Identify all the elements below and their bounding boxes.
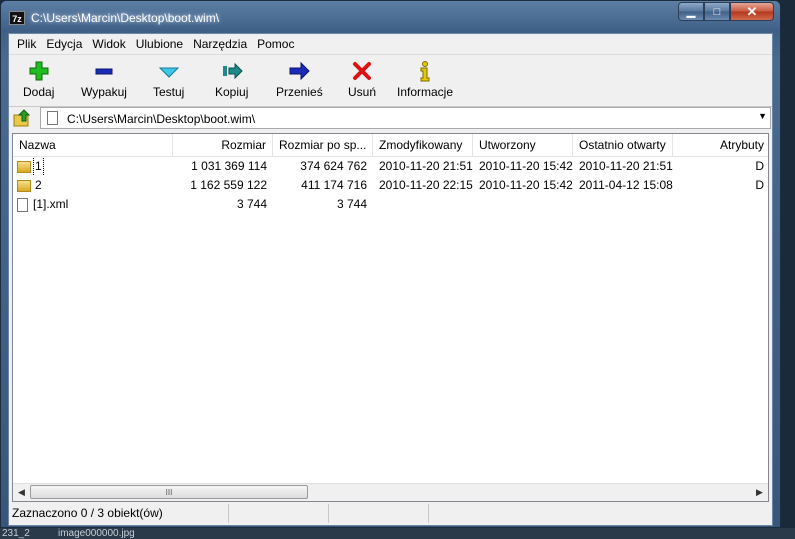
column-header-packed-size[interactable]: Rozmiar po sp... [273,134,373,156]
menu-edycja[interactable]: Edycja [41,34,87,54]
menu-plik[interactable]: Plik [12,34,41,54]
scrollbar-thumb[interactable]: III [30,485,308,499]
folder-icon [17,179,31,192]
plus-icon [29,61,49,81]
status-part-2 [229,504,329,523]
copy-label: Kopiuj [215,85,249,99]
packed-size-cell: 3 744 [336,197,367,211]
extract-button[interactable]: Wypakuj [81,57,127,103]
name-cell: 1 [13,157,173,176]
scrollbar-grip: III [165,487,173,497]
title-bar[interactable]: 7z C:\Users\Marcin\Desktop\boot.wim\ ▁ □… [1,1,780,33]
column-header-size[interactable]: Rozmiar [173,134,273,156]
checkmark-icon [158,67,179,78]
move-arrow-icon [289,61,311,81]
file-row[interactable]: 2 1 162 559 122 411 174 716 2010-11-20 2… [13,176,768,195]
file-list: Nazwa Rozmiar Rozmiar po sp... Zmodyfiko… [12,133,769,502]
test-button[interactable]: Testuj [153,57,184,103]
address-field[interactable]: C:\Users\Marcin\Desktop\boot.wim\ ▼ [40,107,771,129]
name-cell: [1].xml [13,195,173,214]
menu-narzedzia[interactable]: Narzędzia [188,34,252,54]
horizontal-scrollbar[interactable]: ◀ III ▶ [13,483,768,501]
menu-ulubione[interactable]: Ulubione [131,34,188,54]
column-header-name[interactable]: Nazwa [13,134,173,156]
size-cell: 1 031 369 114 [191,159,267,173]
column-header-created[interactable]: Utworzony [473,134,573,156]
menu-pomoc[interactable]: Pomoc [252,34,299,54]
status-selection: Zaznaczono 0 / 3 obiekt(ów) [9,504,229,523]
move-label: Przenieś [276,85,323,99]
file-name: 2 [35,178,42,192]
created-cell: 2010-11-20 15:42 [479,159,573,173]
file-row[interactable]: [1].xml 3 744 3 744 [13,195,768,214]
delete-button[interactable]: Usuń [348,57,376,103]
extract-label: Wypakuj [81,85,127,99]
scroll-right-icon[interactable]: ▶ [752,485,767,500]
delete-x-icon [353,62,371,80]
add-button[interactable]: Dodaj [23,57,54,103]
desktop-background: 231_2 image000000.jpg [0,528,795,539]
file-name: [1].xml [33,197,69,211]
size-cell: 3 744 [236,197,267,211]
attributes-cell: D [755,159,764,173]
column-header-attributes[interactable]: Atrybuty [673,134,768,156]
window-title: C:\Users\Marcin\Desktop\boot.wim\ [31,11,220,25]
modified-cell: 2010-11-20 21:51 [379,159,473,173]
window-controls: ▁ □ ✕ [678,2,774,21]
file-row[interactable]: 1 1 031 369 114 374 624 762 2010-11-20 2… [13,157,768,176]
info-button[interactable]: Informacje [397,57,453,103]
close-button[interactable]: ✕ [730,2,774,21]
file-icon [17,197,28,212]
info-icon [420,61,430,82]
menu-widok[interactable]: Widok [87,34,130,54]
add-label: Dodaj [23,85,55,99]
folder-icon [17,160,31,173]
delete-label: Usuń [348,85,377,99]
dropdown-arrow-icon[interactable]: ▼ [758,111,767,121]
desktop-item-label: 231_2 [2,528,30,539]
move-button[interactable]: Przenieś [276,57,323,103]
modified-cell [373,195,473,214]
copy-arrow-icon [222,62,243,80]
attributes-cell: D [755,178,764,192]
desktop-item-label: image000000.jpg [58,528,135,539]
client-area: Plik Edycja Widok Ulubione Narzędzia Pom… [8,33,773,526]
status-part-3 [329,504,429,523]
attributes-cell [673,195,768,214]
toolbar: Dodaj Wypakuj Testuj Kopiuj Przenieś Usu… [9,54,772,107]
column-header-accessed[interactable]: Ostatnio otwarty [573,134,673,156]
menu-bar: Plik Edycja Widok Ulubione Narzędzia Pom… [9,34,772,54]
created-cell: 2010-11-20 15:42 [479,178,573,192]
column-headers: Nazwa Rozmiar Rozmiar po sp... Zmodyfiko… [13,134,768,157]
packed-size-cell: 374 624 762 [300,159,367,173]
minimize-button[interactable]: ▁ [678,2,704,21]
test-label: Testuj [153,85,185,99]
accessed-cell [573,195,673,214]
maximize-button[interactable]: □ [704,2,730,21]
up-folder-icon[interactable] [13,109,33,127]
file-name: 1 [33,157,44,176]
file-icon [47,111,58,125]
app-window: 7z C:\Users\Marcin\Desktop\boot.wim\ ▁ □… [0,0,781,528]
scroll-left-icon[interactable]: ◀ [14,485,29,500]
modified-cell: 2010-11-20 22:15 [379,178,473,192]
accessed-cell: 2010-11-20 21:51 [579,159,673,173]
info-label: Informacje [397,85,454,99]
name-cell: 2 [13,176,173,195]
column-header-modified[interactable]: Zmodyfikowany [373,134,473,156]
address-path: C:\Users\Marcin\Desktop\boot.wim\ [67,112,256,126]
status-part-4 [429,504,772,523]
address-bar: C:\Users\Marcin\Desktop\boot.wim\ ▼ [9,106,772,131]
status-bar: Zaznaczono 0 / 3 obiekt(ów) [9,502,772,525]
size-cell: 1 162 559 122 [190,178,267,192]
minus-icon [95,68,113,75]
app-icon[interactable]: 7z [9,11,25,25]
accessed-cell: 2011-04-12 15:08 [579,178,673,192]
copy-button[interactable]: Kopiuj [215,57,248,103]
created-cell [473,195,573,214]
packed-size-cell: 411 174 716 [301,178,367,192]
